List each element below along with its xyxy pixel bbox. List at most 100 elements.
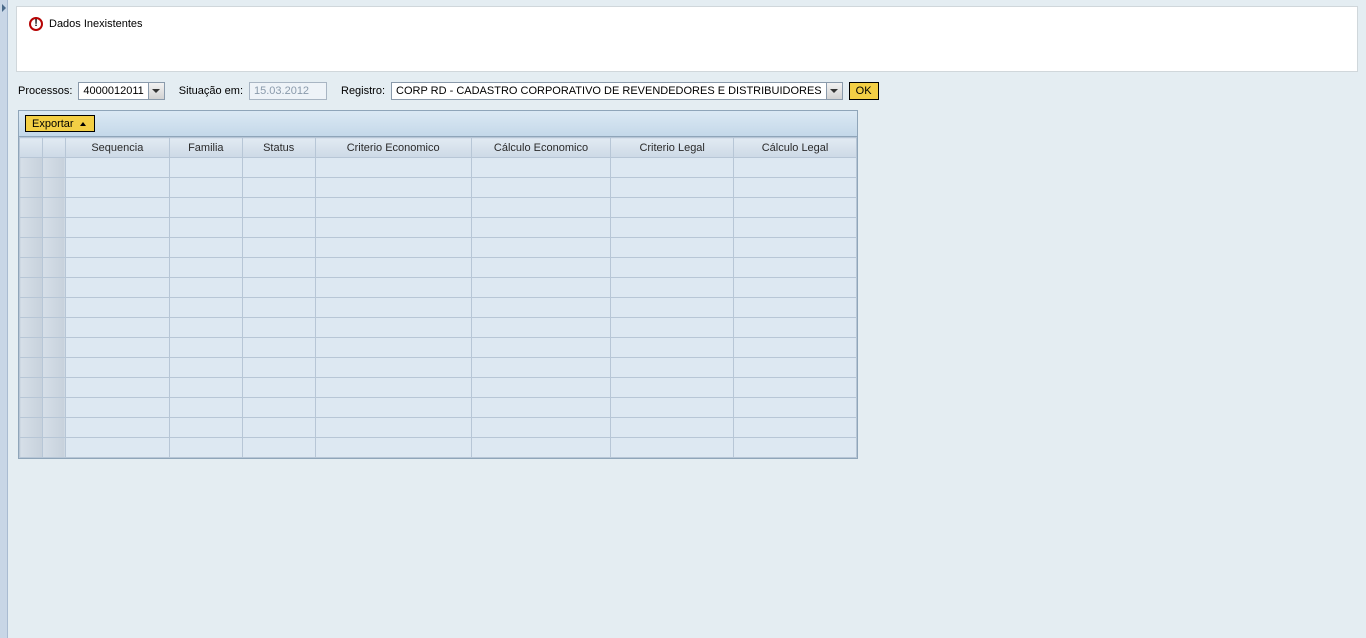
grid-cell[interactable] bbox=[65, 358, 169, 378]
grid-cell[interactable] bbox=[242, 238, 315, 258]
row-selector[interactable] bbox=[20, 298, 43, 318]
row-selector[interactable] bbox=[20, 218, 43, 238]
grid-cell[interactable] bbox=[734, 158, 857, 178]
ok-button[interactable]: OK bbox=[849, 82, 879, 100]
grid-cell[interactable] bbox=[471, 438, 611, 458]
grid-cell[interactable] bbox=[169, 298, 242, 318]
grid-cell[interactable] bbox=[611, 318, 734, 338]
grid-cell[interactable] bbox=[242, 218, 315, 238]
grid-cell[interactable] bbox=[315, 218, 471, 238]
grid-cell[interactable] bbox=[734, 278, 857, 298]
grid-cell[interactable] bbox=[611, 418, 734, 438]
table-row[interactable] bbox=[20, 318, 857, 338]
grid-cell[interactable] bbox=[65, 238, 169, 258]
grid-cell[interactable] bbox=[169, 198, 242, 218]
grid-cell[interactable] bbox=[242, 158, 315, 178]
grid-cell[interactable] bbox=[471, 318, 611, 338]
grid-cell[interactable] bbox=[734, 318, 857, 338]
grid-cell[interactable] bbox=[734, 398, 857, 418]
grid-cell[interactable] bbox=[65, 338, 169, 358]
grid-cell[interactable] bbox=[169, 238, 242, 258]
grid-cell[interactable] bbox=[65, 158, 169, 178]
grid-cell[interactable] bbox=[242, 438, 315, 458]
table-row[interactable] bbox=[20, 398, 857, 418]
grid-cell[interactable] bbox=[315, 318, 471, 338]
grid-cell[interactable] bbox=[315, 378, 471, 398]
grid-cell[interactable] bbox=[471, 178, 611, 198]
table-row[interactable] bbox=[20, 338, 857, 358]
grid-cell[interactable] bbox=[242, 378, 315, 398]
grid-cell[interactable] bbox=[65, 198, 169, 218]
grid-cell[interactable] bbox=[734, 238, 857, 258]
grid-cell[interactable] bbox=[734, 438, 857, 458]
grid-cell[interactable] bbox=[734, 178, 857, 198]
table-row[interactable] bbox=[20, 218, 857, 238]
grid-cell[interactable] bbox=[471, 418, 611, 438]
table-row[interactable] bbox=[20, 278, 857, 298]
table-row[interactable] bbox=[20, 158, 857, 178]
grid-cell[interactable] bbox=[611, 198, 734, 218]
grid-cell[interactable] bbox=[169, 438, 242, 458]
grid-cell[interactable] bbox=[65, 178, 169, 198]
row-selector[interactable] bbox=[20, 238, 43, 258]
grid-cell[interactable] bbox=[242, 178, 315, 198]
export-button[interactable]: Exportar bbox=[25, 115, 95, 132]
grid-cell[interactable] bbox=[315, 358, 471, 378]
grid-cell[interactable] bbox=[242, 418, 315, 438]
grid-cell[interactable] bbox=[169, 318, 242, 338]
grid-cell[interactable] bbox=[471, 158, 611, 178]
grid-cell[interactable] bbox=[169, 338, 242, 358]
processos-select[interactable]: 4000012011 bbox=[78, 82, 164, 100]
row-selector[interactable] bbox=[20, 158, 43, 178]
grid-cell[interactable] bbox=[242, 298, 315, 318]
table-row[interactable] bbox=[20, 238, 857, 258]
grid-cell[interactable] bbox=[315, 298, 471, 318]
grid-cell[interactable] bbox=[471, 378, 611, 398]
row-selector[interactable] bbox=[20, 378, 43, 398]
grid-cell[interactable] bbox=[65, 418, 169, 438]
grid-cell[interactable] bbox=[734, 338, 857, 358]
grid-cell[interactable] bbox=[471, 298, 611, 318]
grid-cell[interactable] bbox=[65, 378, 169, 398]
grid-cell[interactable] bbox=[169, 378, 242, 398]
grid-cell[interactable] bbox=[315, 158, 471, 178]
table-row[interactable] bbox=[20, 258, 857, 278]
row-selector[interactable] bbox=[20, 198, 43, 218]
grid-cell[interactable] bbox=[315, 338, 471, 358]
grid-cell[interactable] bbox=[65, 438, 169, 458]
grid-cell[interactable] bbox=[471, 338, 611, 358]
chevron-down-icon[interactable] bbox=[826, 83, 842, 99]
grid-cell[interactable] bbox=[734, 218, 857, 238]
col-criterio-legal[interactable]: Criterio Legal bbox=[611, 138, 734, 158]
grid-cell[interactable] bbox=[734, 378, 857, 398]
grid-cell[interactable] bbox=[611, 178, 734, 198]
grid-cell[interactable] bbox=[315, 438, 471, 458]
grid-cell[interactable] bbox=[611, 438, 734, 458]
col-status[interactable]: Status bbox=[242, 138, 315, 158]
grid-cell[interactable] bbox=[471, 218, 611, 238]
grid-cell[interactable] bbox=[169, 418, 242, 438]
grid-cell[interactable] bbox=[734, 198, 857, 218]
row-selector[interactable] bbox=[20, 338, 43, 358]
grid-cell[interactable] bbox=[65, 278, 169, 298]
grid-cell[interactable] bbox=[611, 278, 734, 298]
grid-cell[interactable] bbox=[315, 178, 471, 198]
grid-cell[interactable] bbox=[242, 358, 315, 378]
grid-cell[interactable] bbox=[471, 398, 611, 418]
grid-cell[interactable] bbox=[65, 398, 169, 418]
grid-cell[interactable] bbox=[471, 278, 611, 298]
grid-cell[interactable] bbox=[315, 258, 471, 278]
grid-cell[interactable] bbox=[611, 238, 734, 258]
registro-select[interactable]: CORP RD - CADASTRO CORPORATIVO DE REVEND… bbox=[391, 82, 843, 100]
row-selector[interactable] bbox=[20, 438, 43, 458]
grid-cell[interactable] bbox=[65, 258, 169, 278]
grid-cell[interactable] bbox=[315, 278, 471, 298]
col-calculo-economico[interactable]: Cálculo Economico bbox=[471, 138, 611, 158]
row-selector[interactable] bbox=[20, 258, 43, 278]
table-row[interactable] bbox=[20, 358, 857, 378]
grid-cell[interactable] bbox=[471, 258, 611, 278]
table-row[interactable] bbox=[20, 438, 857, 458]
grid-cell[interactable] bbox=[169, 178, 242, 198]
grid-cell[interactable] bbox=[734, 418, 857, 438]
table-row[interactable] bbox=[20, 418, 857, 438]
